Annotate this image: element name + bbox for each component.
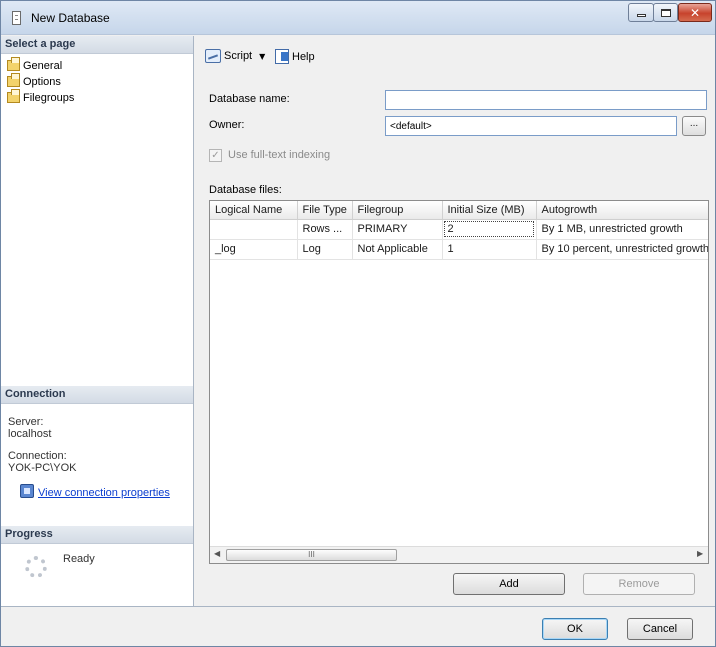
owner-browse-button[interactable]: ...	[682, 116, 706, 136]
owner-input[interactable]	[385, 116, 677, 136]
column-header-filegroup[interactable]: Filegroup	[352, 201, 443, 220]
maximize-button[interactable]	[653, 3, 678, 22]
scroll-left-arrow-icon[interactable]: ◀	[214, 549, 220, 558]
left-pane: Select a page General Options Filegroups…	[1, 36, 194, 606]
chevron-down-icon[interactable]: ▼	[259, 52, 265, 61]
cell-initial-size[interactable]: 2	[442, 219, 537, 240]
maximize-icon	[660, 8, 671, 17]
page-item-options[interactable]: Options	[7, 73, 61, 89]
server-value: localhost	[8, 428, 52, 440]
remove-button[interactable]: Remove	[583, 573, 695, 595]
owner-label: Owner:	[209, 119, 245, 131]
new-database-dialog: New Database ✕ Select a page General Opt…	[0, 0, 716, 647]
cell-filegroup[interactable]: Not Applicable	[352, 239, 443, 260]
window-title: New Database	[31, 11, 110, 25]
scrollbar-thumb[interactable]: III	[226, 549, 397, 561]
cell-file-type[interactable]: Rows ...	[297, 219, 353, 240]
database-name-input[interactable]	[385, 90, 707, 110]
script-icon	[205, 49, 221, 63]
column-header-file-type[interactable]: File Type	[297, 201, 353, 220]
cell-logical-name[interactable]: _log	[210, 239, 298, 260]
title-bar: New Database ✕	[1, 1, 715, 35]
column-header-autogrowth[interactable]: Autogrowth	[536, 201, 708, 220]
scroll-right-arrow-icon[interactable]: ▶	[697, 549, 703, 558]
script-label: Script	[224, 50, 253, 62]
column-header-initial-size[interactable]: Initial Size (MB)	[442, 201, 537, 220]
page-item-general[interactable]: General	[7, 57, 63, 73]
minimize-button[interactable]	[628, 3, 654, 22]
grid-header-row: Logical Name File Type Filegroup Initial…	[210, 201, 708, 220]
connection-label: Connection:	[8, 450, 67, 462]
cell-autogrowth[interactable]: By 10 percent, unrestricted growth	[536, 239, 708, 260]
document-icon	[12, 11, 21, 25]
toolbar: Script ▼ Help	[195, 36, 715, 76]
database-name-label: Database name:	[209, 93, 290, 105]
page-item-label: General	[23, 60, 63, 72]
page-item-filegroups[interactable]: Filegroups	[7, 89, 75, 105]
database-files-grid[interactable]: Logical Name File Type Filegroup Initial…	[209, 200, 709, 564]
table-row[interactable]: _log Log Not Applicable 1 By 10 percent,…	[210, 239, 708, 260]
cell-filegroup[interactable]: PRIMARY	[352, 219, 443, 240]
progress-header: Progress	[1, 526, 193, 544]
help-label: Help	[292, 50, 315, 63]
database-files-label: Database files:	[209, 184, 282, 196]
progress-status: Ready	[63, 553, 95, 565]
column-header-logical-name[interactable]: Logical Name	[210, 201, 298, 220]
script-button[interactable]: Script ▼	[205, 49, 265, 63]
progress-spinner-icon	[25, 556, 47, 578]
ok-button[interactable]: OK	[542, 618, 608, 640]
connection-header: Connection	[1, 386, 193, 404]
help-icon	[275, 49, 289, 64]
add-button[interactable]: Add	[453, 573, 565, 595]
page-icon	[7, 57, 20, 71]
page-icon	[7, 89, 20, 103]
cell-file-type[interactable]: Log	[297, 239, 353, 260]
horizontal-scrollbar[interactable]: ◀ III ▶	[210, 546, 708, 563]
help-button[interactable]: Help	[275, 49, 315, 64]
page-item-label: Options	[23, 76, 61, 88]
fulltext-indexing-checkbox[interactable]: ✓	[209, 149, 222, 162]
footer-divider	[1, 606, 715, 607]
connection-properties-icon	[20, 484, 34, 498]
cell-autogrowth[interactable]: By 1 MB, unrestricted growth	[536, 219, 708, 240]
server-label: Server:	[8, 416, 44, 428]
select-page-header: Select a page	[1, 36, 193, 54]
minimize-icon	[636, 14, 646, 17]
close-icon: ✕	[689, 5, 701, 20]
fulltext-indexing-label: Use full-text indexing	[228, 149, 331, 161]
table-row[interactable]: Rows ... PRIMARY 2 By 1 MB, unrestricted…	[210, 219, 708, 240]
close-button[interactable]: ✕	[678, 3, 712, 22]
page-icon	[7, 73, 20, 87]
cell-logical-name[interactable]	[210, 219, 298, 240]
view-connection-properties-link[interactable]: View connection properties	[38, 487, 170, 499]
connection-value: YOK-PC\YOK	[8, 462, 77, 474]
cell-initial-size[interactable]: 1	[442, 239, 537, 260]
cancel-button[interactable]: Cancel	[627, 618, 693, 640]
page-item-label: Filegroups	[23, 92, 75, 104]
